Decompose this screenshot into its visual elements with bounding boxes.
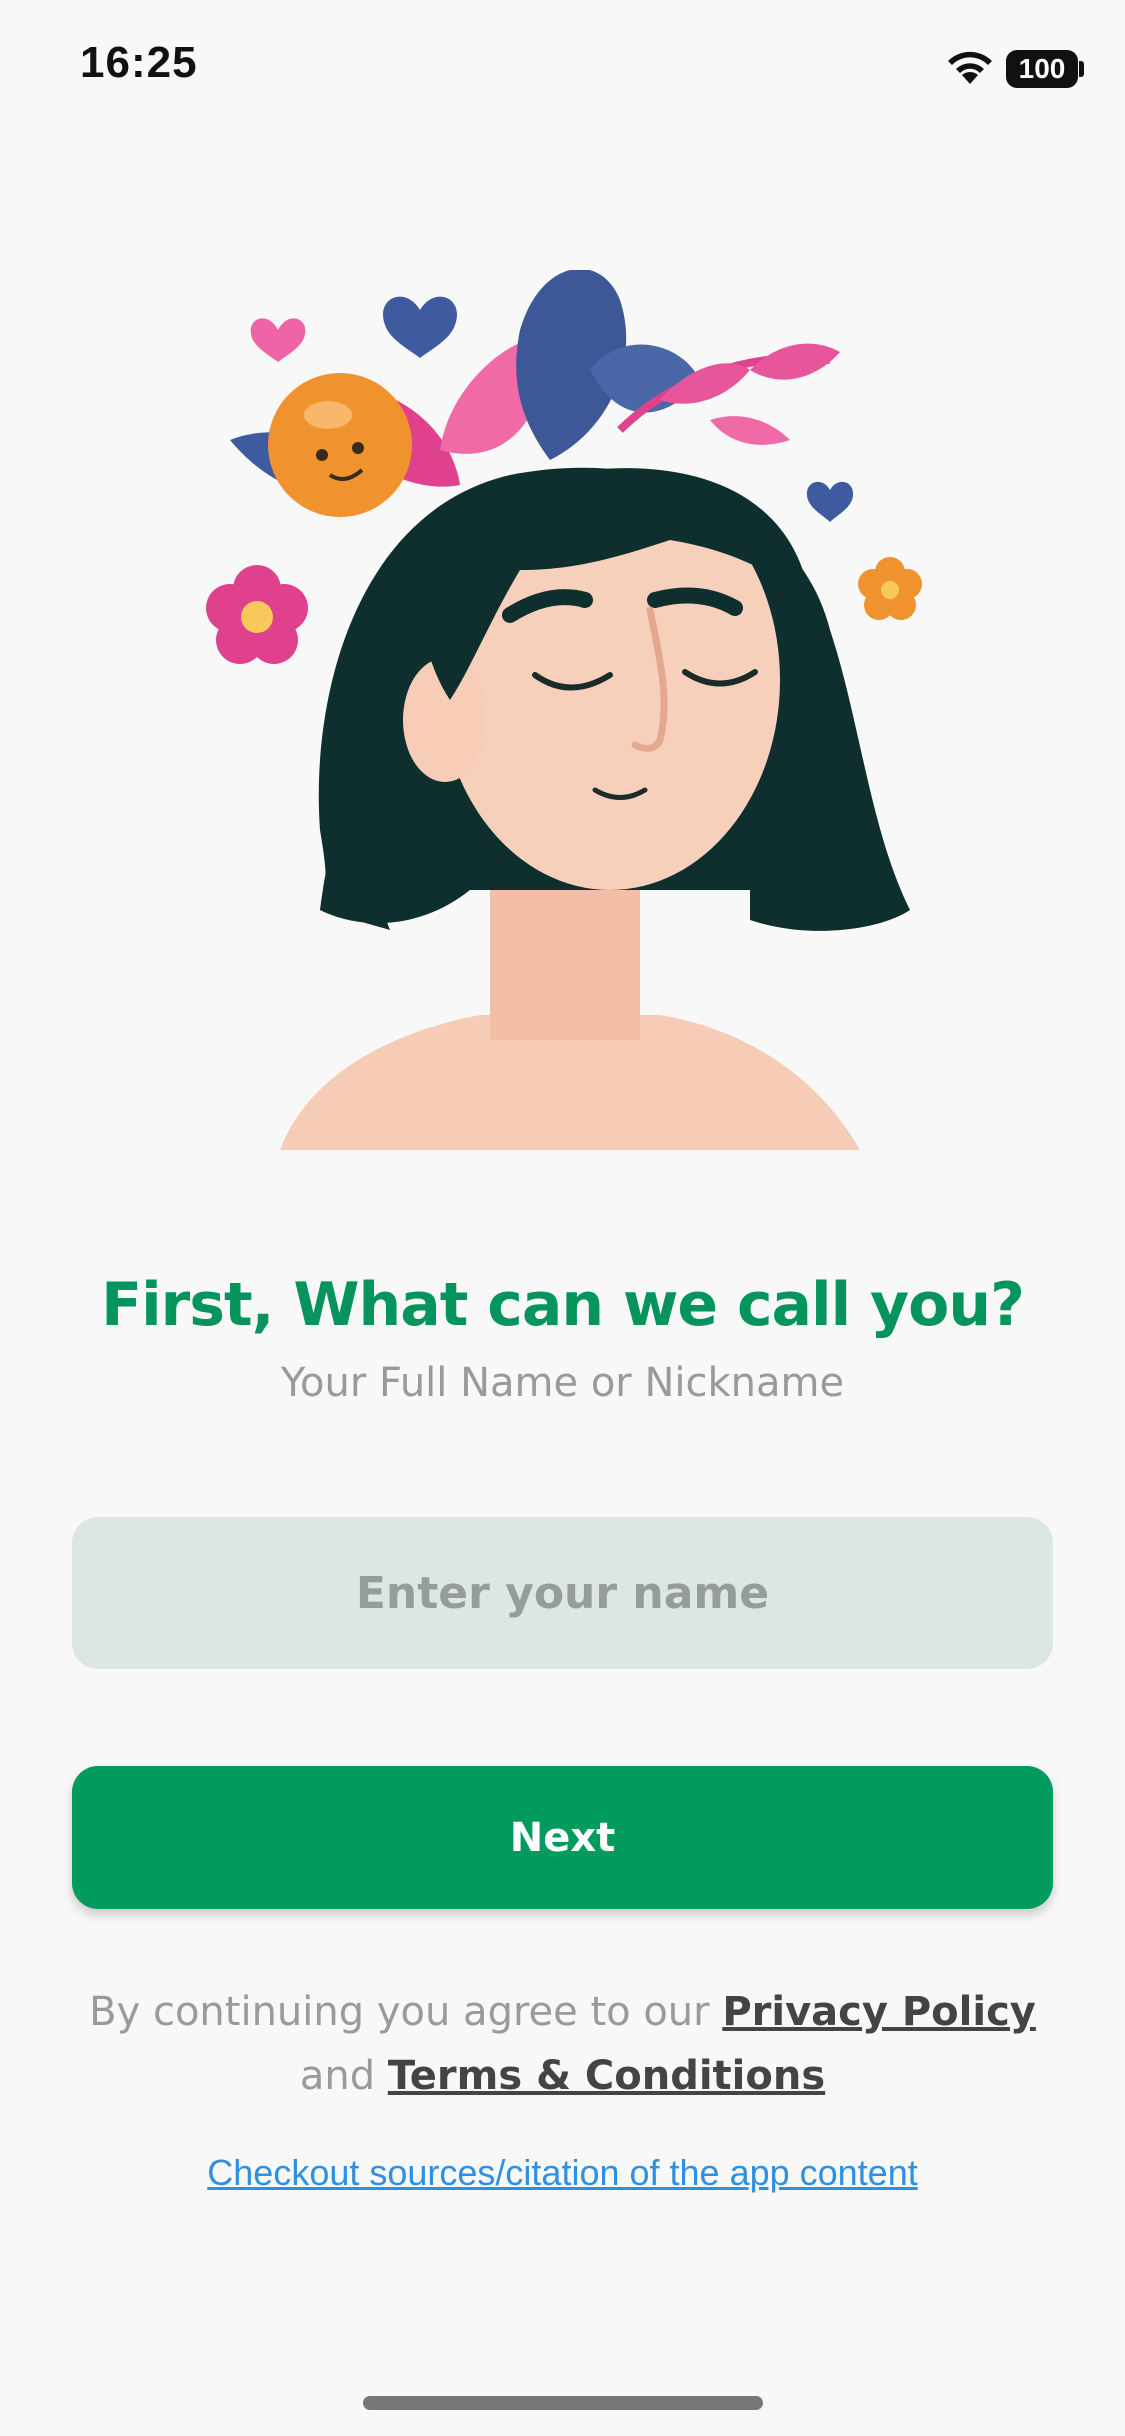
battery-level: 100: [1018, 53, 1066, 84]
next-button[interactable]: Next: [72, 1766, 1053, 1909]
legal-prefix: By continuing you agree to our: [89, 1989, 710, 2035]
status-bar: 16:25 100: [0, 0, 1125, 140]
woman-with-flowers-illustration: [206, 270, 922, 1150]
sources-citation-link[interactable]: Checkout sources/citation of the app con…: [207, 2152, 917, 2193]
legal-and: and: [299, 2053, 376, 2099]
status-time: 16:25: [80, 38, 198, 87]
battery-icon: 100: [1006, 50, 1078, 88]
page-subtitle: Your Full Name or Nickname: [280, 1360, 845, 1406]
legal-notice: By continuing you agree to our Privacy P…: [40, 1980, 1085, 2108]
wifi-icon: [948, 51, 992, 84]
home-indicator[interactable]: [363, 2396, 763, 2410]
privacy-policy-link[interactable]: Privacy Policy: [722, 1989, 1036, 2035]
page-title: First, What can we call you?: [101, 1270, 1025, 1340]
name-input[interactable]: [72, 1517, 1053, 1669]
terms-conditions-link[interactable]: Terms & Conditions: [388, 2053, 825, 2099]
sources-container: Checkout sources/citation of the app con…: [0, 2152, 1125, 2194]
battery-cap: [1079, 61, 1084, 77]
